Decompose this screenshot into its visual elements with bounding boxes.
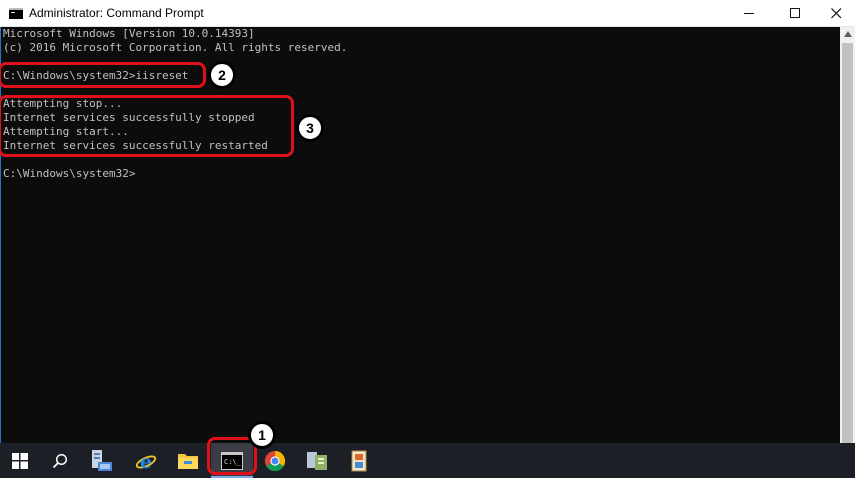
svg-text:e: e	[140, 451, 152, 472]
scroll-up-button[interactable]	[840, 27, 855, 41]
window-title: Administrator: Command Prompt	[29, 6, 204, 20]
search-icon	[52, 453, 68, 468]
taskbar-installer[interactable]	[339, 443, 379, 478]
taskbar-iis-manager[interactable]	[297, 443, 337, 478]
iis-manager-icon	[307, 451, 327, 470]
search-button[interactable]	[40, 443, 80, 478]
highlight-output	[0, 95, 294, 157]
scrollbar-thumb[interactable]	[842, 43, 853, 448]
start-windows-icon	[12, 452, 28, 469]
server-manager-icon	[92, 449, 112, 471]
start-button[interactable]	[0, 443, 40, 478]
installer-icon	[351, 450, 367, 471]
file-explorer-icon	[178, 453, 198, 469]
chevron-up-icon	[843, 31, 852, 37]
minimize-icon	[743, 13, 754, 14]
internet-explorer-icon: e	[135, 451, 157, 472]
taskbar-server-manager[interactable]	[82, 443, 122, 478]
console-prompt-line: C:\Windows\system32>	[3, 167, 136, 180]
maximize-icon	[789, 8, 800, 18]
taskbar: e C:\_	[0, 443, 855, 478]
vertical-scrollbar[interactable]	[840, 27, 855, 448]
highlight-command	[0, 62, 206, 88]
console-output[interactable]: Microsoft Windows [Version 10.0.14393] (…	[0, 27, 840, 443]
console-line: (c) 2016 Microsoft Corporation. All righ…	[3, 41, 348, 54]
step-badge-2: 2	[208, 61, 236, 89]
step-badge-3: 3	[296, 114, 324, 142]
maximize-button[interactable]	[772, 0, 818, 27]
step-badge-1: 1	[248, 421, 276, 449]
chrome-icon	[264, 450, 286, 471]
close-button[interactable]	[818, 0, 855, 27]
command-prompt-window-icon	[9, 8, 23, 19]
minimize-button[interactable]	[726, 0, 772, 27]
taskbar-internet-explorer[interactable]: e	[126, 443, 166, 478]
close-icon	[831, 8, 842, 19]
console-line: Microsoft Windows [Version 10.0.14393]	[3, 27, 255, 40]
title-bar[interactable]: Administrator: Command Prompt	[0, 0, 855, 27]
taskbar-file-explorer[interactable]	[168, 443, 208, 478]
